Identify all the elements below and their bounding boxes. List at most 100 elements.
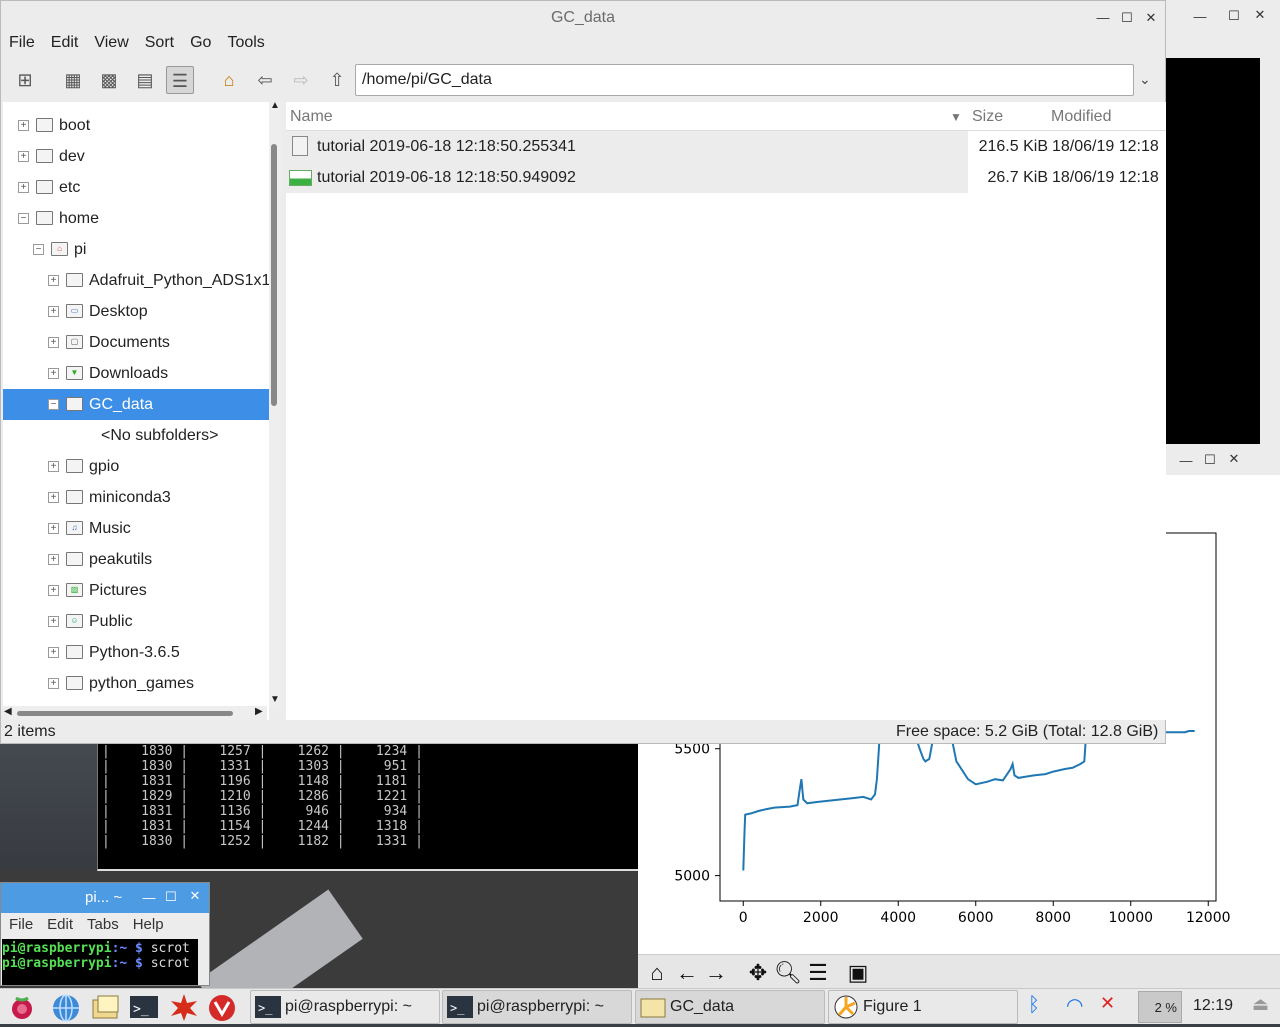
sort-chevron-icon[interactable]: ▼ <box>950 110 962 124</box>
terminal-titlebar[interactable]: pi... ~ — ☐ ✕ <box>1 883 209 913</box>
scroll-right-icon[interactable]: ▶ <box>255 706 263 717</box>
home-icon[interactable]: ⌂ <box>643 960 671 986</box>
scroll-thumb[interactable] <box>271 144 277 406</box>
column-size[interactable]: Size <box>972 108 1003 126</box>
minimize-icon[interactable]: — <box>1192 9 1208 24</box>
pan-icon[interactable]: ✥ <box>744 960 772 986</box>
terminal-body[interactable]: pi@raspberrypi:~ $ scrot pi@raspberrypi:… <box>2 939 198 985</box>
file-name-cell[interactable]: tutorial 2019-06-18 12:18:50.949092 <box>286 162 968 193</box>
menu-tools[interactable]: Tools <box>227 34 264 58</box>
maximize-icon[interactable]: ☐ <box>1226 8 1242 24</box>
expand-icon[interactable]: + <box>48 306 59 317</box>
expand-icon[interactable]: + <box>48 585 59 596</box>
wolfram-icon[interactable] <box>206 992 238 1022</box>
menu-view[interactable]: View <box>94 34 128 58</box>
menu-edit[interactable]: Edit <box>51 34 79 58</box>
directory-tree[interactable]: + boot + dev + etc − home − ⌂ pi + Adafruit_Python_A… <box>3 102 269 720</box>
terminal-launcher-icon[interactable]: >_ <box>128 992 160 1022</box>
raspberry-menu-icon[interactable] <box>6 992 38 1022</box>
expand-icon[interactable]: + <box>48 461 59 472</box>
collapse-icon[interactable]: − <box>33 244 44 255</box>
scroll-left-icon[interactable]: ◀ <box>4 706 12 717</box>
expand-icon[interactable]: + <box>18 151 29 162</box>
window-titlebar[interactable]: GC_data — ☐ ✕ <box>1 1 1165 34</box>
expand-icon[interactable]: + <box>48 368 59 379</box>
cpu-monitor[interactable]: 2 % <box>1138 991 1182 1023</box>
web-browser-icon[interactable] <box>50 992 82 1022</box>
eject-icon[interactable]: ⏏ <box>1252 994 1269 1015</box>
menu-file[interactable]: File <box>9 916 33 937</box>
menu-help[interactable]: Help <box>133 916 164 937</box>
tree-item-label: dev <box>59 148 85 165</box>
minimize-icon[interactable]: — <box>141 890 157 905</box>
file-name-cell[interactable]: tutorial 2019-06-18 12:18:50.255341 <box>286 131 968 162</box>
clock[interactable]: 12:19 <box>1193 997 1233 1015</box>
scroll-down-icon[interactable]: ▼ <box>270 694 280 705</box>
back-icon[interactable]: ⇦ <box>251 66 279 94</box>
tree-item[interactable]: − GC_data <box>3 389 269 420</box>
compact-view-icon[interactable]: ▤ <box>131 66 159 94</box>
thumbnail-view-icon[interactable]: ▩ <box>95 66 123 94</box>
expand-icon[interactable]: + <box>48 678 59 689</box>
collapse-icon[interactable]: − <box>48 399 59 410</box>
zoom-icon[interactable]: 🔍︎ <box>774 960 802 986</box>
expand-icon[interactable]: + <box>48 337 59 348</box>
configure-subplots-icon[interactable]: ☰ <box>804 960 832 986</box>
tree-vertical-scrollbar[interactable]: ▲ ▼ <box>269 100 281 708</box>
wifi-icon[interactable]: ◠ <box>1066 993 1083 1018</box>
taskbar-button-file-manager[interactable]: GC_data <box>635 990 825 1024</box>
up-folder-icon[interactable]: ⇧ <box>323 66 351 94</box>
scroll-thumb[interactable] <box>17 711 233 716</box>
maximize-icon[interactable]: ☐ <box>1119 1 1135 34</box>
file-row[interactable]: tutorial 2019-06-18 12:18:50.255341 216.… <box>286 131 1166 162</box>
forward-icon[interactable]: ⇨ <box>287 66 315 94</box>
expand-icon[interactable]: + <box>48 523 59 534</box>
background-window[interactable]: — ☐ ✕ <box>1166 0 1280 445</box>
chevron-down-icon[interactable]: ⌄ <box>1139 71 1151 88</box>
home-folder-icon[interactable]: ⌂ <box>215 66 243 94</box>
back-arrow-icon[interactable]: ← <box>673 960 701 986</box>
terminal-window[interactable]: pi... ~ — ☐ ✕ File Edit Tabs Help pi@ras… <box>0 882 210 986</box>
menu-file[interactable]: File <box>9 34 35 58</box>
maximize-icon[interactable]: ☐ <box>163 889 179 905</box>
menu-sort[interactable]: Sort <box>145 34 174 58</box>
file-list[interactable]: Name ▼ Size Modified tutorial 2019-06-18… <box>286 102 1166 720</box>
new-tab-icon[interactable]: ⊞ <box>11 66 39 94</box>
expand-icon[interactable]: + <box>48 275 59 286</box>
expand-icon[interactable]: + <box>48 616 59 627</box>
expand-icon[interactable]: + <box>48 647 59 658</box>
taskbar-button-terminal-1[interactable]: >_ pi@raspberrypi: ~ <box>250 990 440 1024</box>
terminal-output[interactable]: | 1830 | 1257 | 1262 | 1234 | | 1830 | 1… <box>97 743 638 871</box>
expand-icon[interactable]: + <box>48 492 59 503</box>
save-icon[interactable]: ▣ <box>844 960 872 986</box>
scroll-up-icon[interactable]: ▲ <box>270 100 280 111</box>
taskbar-button-terminal-2[interactable]: >_ pi@raspberrypi: ~ <box>442 990 632 1024</box>
forward-arrow-icon[interactable]: → <box>702 960 730 986</box>
close-icon[interactable]: ✕ <box>1143 1 1159 34</box>
icon-view-icon[interactable]: ▦ <box>59 66 87 94</box>
menu-edit[interactable]: Edit <box>47 916 73 937</box>
tree-item-label: peakutils <box>89 551 153 568</box>
close-icon[interactable]: ✕ <box>1252 7 1268 23</box>
menu-tabs[interactable]: Tabs <box>87 916 119 937</box>
column-name[interactable]: Name <box>290 108 333 126</box>
detailed-list-view-icon[interactable]: ☰ <box>166 66 194 94</box>
path-input[interactable]: /home/pi/GC_data <box>355 64 1134 96</box>
menu-go[interactable]: Go <box>190 34 211 58</box>
file-manager-launcher-icon[interactable] <box>90 992 122 1022</box>
math-kernel-icon[interactable] <box>168 992 200 1022</box>
close-icon[interactable]: ✕ <box>187 888 203 904</box>
column-modified[interactable]: Modified <box>1051 108 1111 126</box>
taskbar-button-figure[interactable]: Figure 1 <box>828 990 1018 1024</box>
file-row[interactable]: tutorial 2019-06-18 12:18:50.949092 26.7… <box>286 162 1166 193</box>
expand-icon[interactable]: + <box>18 182 29 193</box>
folder-icon <box>36 211 53 225</box>
minimize-icon[interactable]: — <box>1095 1 1111 34</box>
collapse-icon[interactable]: − <box>18 213 29 224</box>
volume-muted-icon[interactable]: ✕ <box>1100 993 1115 1014</box>
expand-icon[interactable]: + <box>18 120 29 131</box>
tree-horizontal-scrollbar[interactable]: ◀ ▶ <box>3 706 267 720</box>
file-manager-window[interactable]: GC_data — ☐ ✕ File Edit View Sort Go Too… <box>0 0 1166 744</box>
expand-icon[interactable]: + <box>48 554 59 565</box>
bluetooth-icon[interactable]: ᛒ <box>1028 994 1040 1017</box>
